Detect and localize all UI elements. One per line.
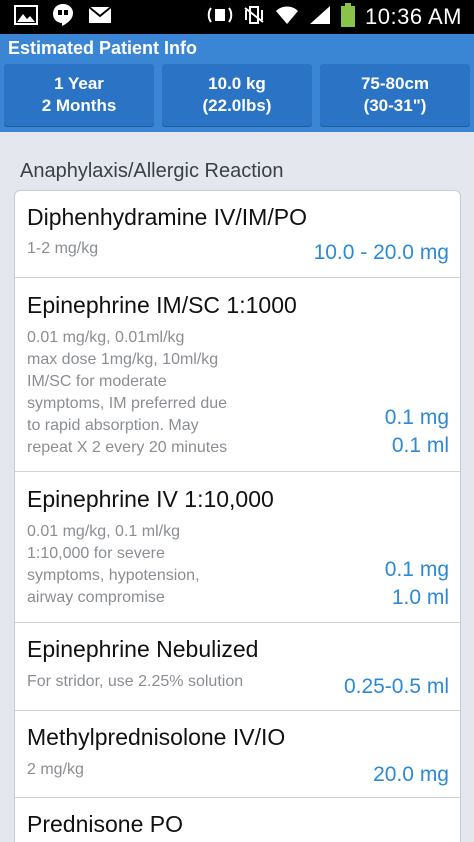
note-line: symptoms, hypotension, <box>27 567 200 584</box>
drug-name: Epinephrine Nebulized <box>27 636 259 662</box>
mail-icon <box>88 5 112 29</box>
drug-name: Epinephrine IM/SC 1:1000 <box>27 292 297 318</box>
dose-ml: 0.1 ml <box>391 434 449 457</box>
height-in: (30-31") <box>363 96 427 115</box>
drug-dose: 0.1 mg 0.1 ml <box>385 404 449 460</box>
weight-button[interactable]: 10.0 kg (22.0lbs) <box>162 64 312 126</box>
vibrate-icon <box>243 5 265 30</box>
drug-dose: 10.0 - 20.0 mg <box>313 241 449 264</box>
hangouts-icon <box>52 3 74 32</box>
weight-kg: 10.0 kg <box>208 74 266 93</box>
drug-note: For stridor, use 2.25% solution <box>27 673 244 690</box>
drug-note: 0.01 mg/kg, 0.01ml/kg max dose 1mg/kg, 1… <box>27 327 277 459</box>
note-line: to rapid absorption. May <box>27 417 199 434</box>
note-line: airway compromise <box>27 589 165 606</box>
note-line: symptoms, IM preferred due <box>27 395 228 412</box>
drug-row-epinephrine-im[interactable]: Epinephrine IM/SC 1:1000 0.01 mg/kg, 0.0… <box>15 278 460 472</box>
signal-icon <box>309 5 331 30</box>
drug-row-prednisone[interactable]: Prednisone PO <box>15 798 460 842</box>
dose-mg: 0.1 mg <box>384 406 449 429</box>
drug-list-screen[interactable]: Anaphylaxis/Allergic Reaction Diphenhydr… <box>0 132 474 842</box>
drug-row-epinephrine-nebulized[interactable]: Epinephrine Nebulized For stridor, use 2… <box>15 623 460 711</box>
age-button[interactable]: 1 Year 2 Months <box>4 64 154 126</box>
drug-card: Diphenhydramine IV/IM/PO 1-2 mg/kg 10.0 … <box>14 190 461 842</box>
dose-ml: 1.0 ml <box>391 586 449 609</box>
drug-name: Epinephrine IV 1:10,000 <box>27 486 274 512</box>
drug-row-diphenhydramine[interactable]: Diphenhydramine IV/IM/PO 1-2 mg/kg 10.0 … <box>15 191 460 278</box>
drug-note: 1-2 mg/kg <box>27 240 99 257</box>
note-line: 0.01 mg/kg, 0.01ml/kg <box>27 329 185 346</box>
status-bar: 10:36 AM <box>0 0 474 34</box>
drug-name: Diphenhydramine IV/IM/PO <box>27 204 307 230</box>
clock: 10:36 AM <box>365 4 462 29</box>
note-line: IM/SC for moderate <box>27 373 167 390</box>
weight-lbs: (22.0lbs) <box>202 96 272 115</box>
nfc-icon <box>207 5 233 30</box>
drug-name: Methylprednisolone IV/IO <box>27 724 286 750</box>
dose-mg: 0.1 mg <box>384 558 449 581</box>
age-years: 1 Year <box>54 74 104 93</box>
drug-row-methylprednisolone[interactable]: Methylprednisolone IV/IO 2 mg/kg 20.0 mg <box>15 711 460 798</box>
wifi-icon <box>275 5 299 30</box>
note-line: 1:10,000 for severe <box>27 545 165 562</box>
height-cm: 75-80cm <box>360 74 430 93</box>
drug-row-epinephrine-iv[interactable]: Epinephrine IV 1:10,000 0.01 mg/kg, 0.1 … <box>15 472 460 623</box>
battery-icon <box>341 2 356 32</box>
note-line: 0.01 mg/kg, 0.1 ml/kg <box>27 523 180 540</box>
note-line: max dose 1mg/kg, 10ml/kg <box>27 351 219 368</box>
drug-note: 2 mg/kg <box>27 761 84 778</box>
header-title: Estimated Patient Info <box>8 38 198 58</box>
height-button[interactable]: 75-80cm (30-31") <box>320 64 470 126</box>
section-title: Anaphylaxis/Allergic Reaction <box>20 160 284 182</box>
drug-dose: 0.25-0.5 ml <box>343 675 449 698</box>
drug-name: Prednisone PO <box>27 811 183 837</box>
patient-info-header: Estimated Patient Info 1 Year 2 Months 1… <box>0 34 474 132</box>
drug-dose: 20.0 mg <box>373 763 449 786</box>
drug-note: 0.01 mg/kg, 0.1 ml/kg 1:10,000 for sever… <box>27 521 277 609</box>
drug-dose: 0.1 mg 1.0 ml <box>385 556 449 612</box>
age-months: 2 Months <box>41 96 117 115</box>
image-icon <box>14 4 38 30</box>
note-line: repeat X 2 every 20 minutes <box>27 439 228 456</box>
